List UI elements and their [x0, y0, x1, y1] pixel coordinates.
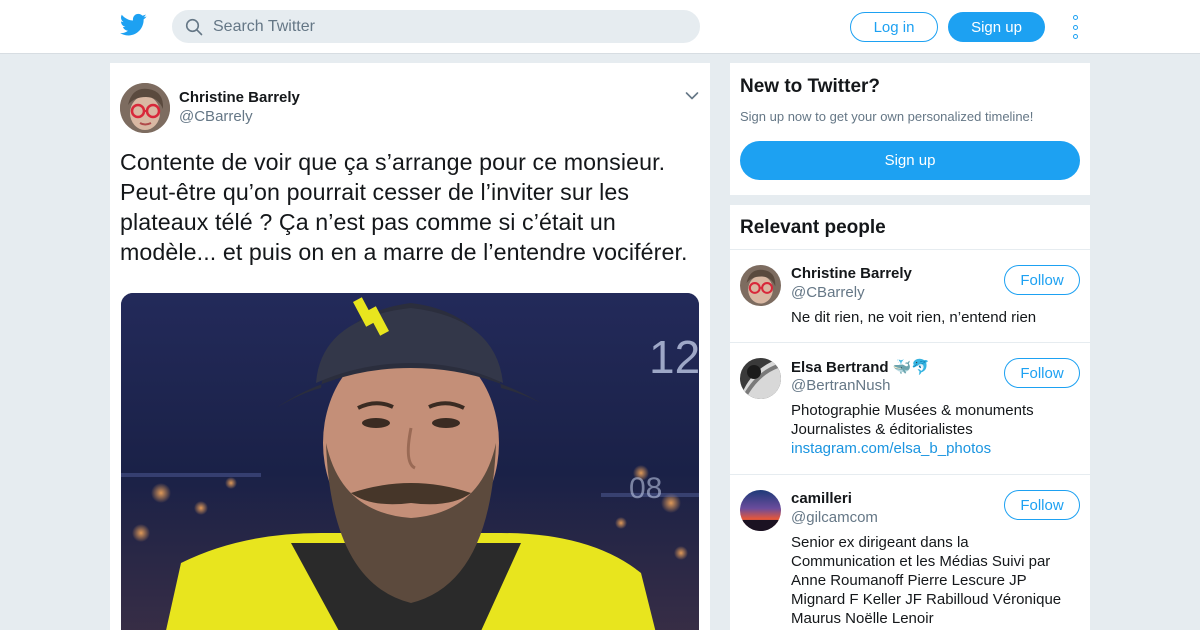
person-handle[interactable]: @BertranNush: [791, 377, 890, 394]
top-navigation-bar: Log in Sign up: [0, 0, 1200, 54]
twitter-bird-icon[interactable]: [120, 13, 147, 37]
follow-button[interactable]: Follow: [1004, 265, 1080, 295]
person-bio: Photographie Musées & monuments Journali…: [791, 401, 1076, 458]
person-bio-line: Journalistes & éditorialistes: [791, 421, 973, 438]
person-avatar[interactable]: [740, 358, 781, 399]
search-icon: [185, 18, 203, 35]
search-input[interactable]: [213, 17, 683, 36]
relevant-people-title: Relevant people: [740, 217, 886, 238]
person-name-emoji: 🐳🐬: [892, 359, 931, 376]
person-item: Elsa Bertrand 🐳🐬 @BertranNush Follow Pho…: [730, 342, 1090, 474]
author-avatar[interactable]: [120, 83, 170, 133]
person-handle[interactable]: @CBarrely: [791, 284, 865, 301]
author-handle[interactable]: @CBarrely: [179, 108, 253, 125]
person-bio-line: Photographie Musées & monuments: [791, 402, 1034, 419]
person-item: camilleri @gilcamcom Follow Senior ex di…: [730, 474, 1090, 630]
media-number-12: 12: [649, 331, 699, 383]
tweet-photo[interactable]: 12 08: [121, 293, 699, 630]
follow-button[interactable]: Follow: [1004, 490, 1080, 520]
vertical-dots-icon[interactable]: [1069, 15, 1081, 39]
author-name[interactable]: Christine Barrely: [179, 89, 300, 106]
chevron-down-icon[interactable]: [685, 91, 699, 101]
person-bio-link[interactable]: instagram.com/elsa_b_photos: [791, 439, 1076, 458]
media-number-08: 08: [629, 472, 662, 505]
new-to-twitter-card: New to Twitter? Sign up now to get your …: [730, 63, 1090, 195]
relevant-people-card: Relevant people Christine Barrely @CBarr…: [730, 205, 1090, 630]
tweet-card: Christine Barrely @CBarrely Contente de …: [110, 63, 710, 630]
person-name[interactable]: Elsa Bertrand 🐳🐬: [791, 358, 930, 376]
person-bio: Ne dit rien, ne voit rien, n’entend rien: [791, 309, 1037, 326]
person-bio: Senior ex dirigeant dans la Communicatio…: [791, 534, 1062, 627]
person-handle[interactable]: @gilcamcom: [791, 509, 878, 526]
follow-button[interactable]: Follow: [1004, 358, 1080, 388]
person-avatar[interactable]: [740, 265, 781, 306]
login-button[interactable]: Log in: [850, 12, 938, 42]
signup-card-title: New to Twitter?: [740, 76, 881, 97]
person-name[interactable]: camilleri: [791, 490, 852, 507]
signup-card-button[interactable]: Sign up: [740, 141, 1080, 180]
signup-card-subtitle: Sign up now to get your own personalized…: [740, 109, 1034, 124]
person-item: Christine Barrely @CBarrely Follow Ne di…: [730, 249, 1090, 343]
person-avatar[interactable]: [740, 490, 781, 531]
search-box[interactable]: [172, 10, 700, 43]
signup-button[interactable]: Sign up: [948, 12, 1045, 42]
person-name[interactable]: Christine Barrely: [791, 265, 912, 282]
tweet-text: Contente de voir que ça s’arrange pour c…: [120, 149, 688, 265]
